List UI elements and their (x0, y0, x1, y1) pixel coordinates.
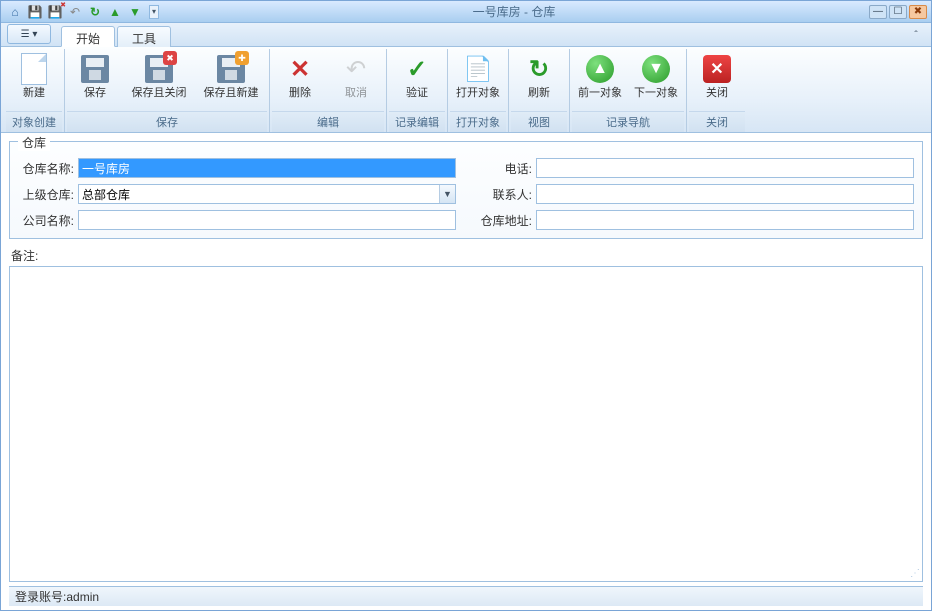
ribbon: 新建 对象创建 保存 保存且关闭 保存且新建 保存 (1, 47, 931, 133)
status-login-user: admin (66, 590, 99, 604)
ribbon-group-save: 保存 保存且关闭 保存且新建 保存 (65, 49, 270, 132)
phone-label: 电话: (476, 160, 536, 177)
groupbox-title: 仓库 (18, 134, 50, 151)
content-area: 仓库 仓库名称: 电话: 上级仓库: ▼ (1, 133, 931, 610)
prev-object-button[interactable]: ▲ 前一对象 (572, 49, 628, 101)
warehouse-groupbox: 仓库 仓库名称: 电话: 上级仓库: ▼ (9, 141, 923, 239)
window-close-button[interactable]: ✖ (909, 5, 927, 19)
cancel-button: ↶ 取消 (328, 49, 384, 101)
quick-access-toolbar: ⌂ 💾 💾 ↶ ↻ ▲ ▼ ▾ (7, 4, 159, 20)
ribbon-group-close: ✕ 关闭 关闭 (687, 49, 747, 132)
maximize-button[interactable]: ☐ (889, 5, 907, 19)
list-view-button[interactable]: ☰ ▾ (7, 24, 51, 44)
ribbon-group-open: 📄 打开对象 打开对象 (448, 49, 509, 132)
ribbon-tabs: ☰ ▾ 开始 工具 ˆ (1, 23, 931, 47)
chevron-down-icon[interactable]: ▼ (439, 185, 455, 203)
status-login-label: 登录账号: (15, 588, 66, 605)
save-new-button[interactable]: 保存且新建 (195, 49, 267, 101)
address-label: 仓库地址: (476, 212, 536, 229)
parent-combobox[interactable] (78, 184, 456, 204)
arrow-up-icon: ▲ (586, 55, 614, 83)
company-input[interactable] (78, 210, 456, 230)
delete-icon: ✕ (284, 53, 316, 85)
ribbon-group-view: ↻ 刷新 视图 (509, 49, 570, 132)
window-title: 一号库房 - 仓库 (159, 3, 869, 20)
titlebar: ⌂ 💾 💾 ↶ ↻ ▲ ▼ ▾ 一号库房 - 仓库 — ☐ ✖ (1, 1, 931, 23)
statusbar: 登录账号: admin (9, 586, 923, 606)
refresh-button[interactable]: ↻ 刷新 (511, 49, 567, 101)
arrow-down-icon: ▼ (642, 55, 670, 83)
ribbon-group-create: 新建 对象创建 (4, 49, 65, 132)
parent-label: 上级仓库: (18, 186, 78, 203)
company-label: 公司名称: (18, 212, 78, 229)
home-icon[interactable]: ⌂ (7, 4, 23, 20)
close-button[interactable]: ✕ 关闭 (689, 49, 745, 101)
remark-label: 备注: (11, 247, 923, 264)
qat-save-close-icon[interactable]: 💾 (47, 4, 63, 20)
save-new-icon (217, 55, 245, 83)
nav-down-icon[interactable]: ▼ (127, 4, 143, 20)
contact-input[interactable] (536, 184, 914, 204)
address-input[interactable] (536, 210, 914, 230)
refresh-icon: ↻ (523, 53, 555, 85)
phone-input[interactable] (536, 158, 914, 178)
open-object-button[interactable]: 📄 打开对象 (450, 49, 506, 101)
nav-up-icon[interactable]: ▲ (107, 4, 123, 20)
qat-dropdown-icon[interactable]: ▾ (149, 5, 159, 19)
validate-button[interactable]: ✓ 验证 (389, 49, 445, 101)
save-icon (81, 55, 109, 83)
resize-grip-icon: ⋰ (910, 568, 920, 579)
ribbon-group-edit: ✕ 删除 ↶ 取消 编辑 (270, 49, 387, 132)
save-button[interactable]: 保存 (67, 49, 123, 101)
save-close-icon (145, 55, 173, 83)
document-icon: 📄 (462, 53, 494, 85)
tab-tools[interactable]: 工具 (117, 26, 171, 47)
qat-save-icon[interactable]: 💾 (27, 4, 43, 20)
new-file-icon (21, 53, 47, 85)
new-button[interactable]: 新建 (6, 49, 62, 101)
check-icon: ✓ (401, 53, 433, 85)
contact-label: 联系人: (476, 186, 536, 203)
delete-button[interactable]: ✕ 删除 (272, 49, 328, 101)
ribbon-group-nav: ▲ 前一对象 ▼ 下一对象 记录导航 (570, 49, 687, 132)
ribbon-group-record-edit: ✓ 验证 记录编辑 (387, 49, 448, 132)
window-controls: — ☐ ✖ (869, 5, 927, 19)
close-icon: ✕ (703, 55, 731, 83)
ribbon-collapse-icon[interactable]: ˆ (907, 26, 925, 44)
next-object-button[interactable]: ▼ 下一对象 (628, 49, 684, 101)
cancel-icon: ↶ (340, 53, 372, 85)
minimize-button[interactable]: — (869, 5, 887, 19)
tab-start[interactable]: 开始 (61, 26, 115, 47)
remark-textarea[interactable]: ⋰ (9, 266, 923, 582)
name-label: 仓库名称: (18, 160, 78, 177)
undo-icon[interactable]: ↶ (67, 4, 83, 20)
name-input[interactable] (78, 158, 456, 178)
save-close-button[interactable]: 保存且关闭 (123, 49, 195, 101)
app-window: ⌂ 💾 💾 ↶ ↻ ▲ ▼ ▾ 一号库房 - 仓库 — ☐ ✖ ☰ ▾ 开始 工… (0, 0, 932, 611)
redo-icon[interactable]: ↻ (87, 4, 103, 20)
